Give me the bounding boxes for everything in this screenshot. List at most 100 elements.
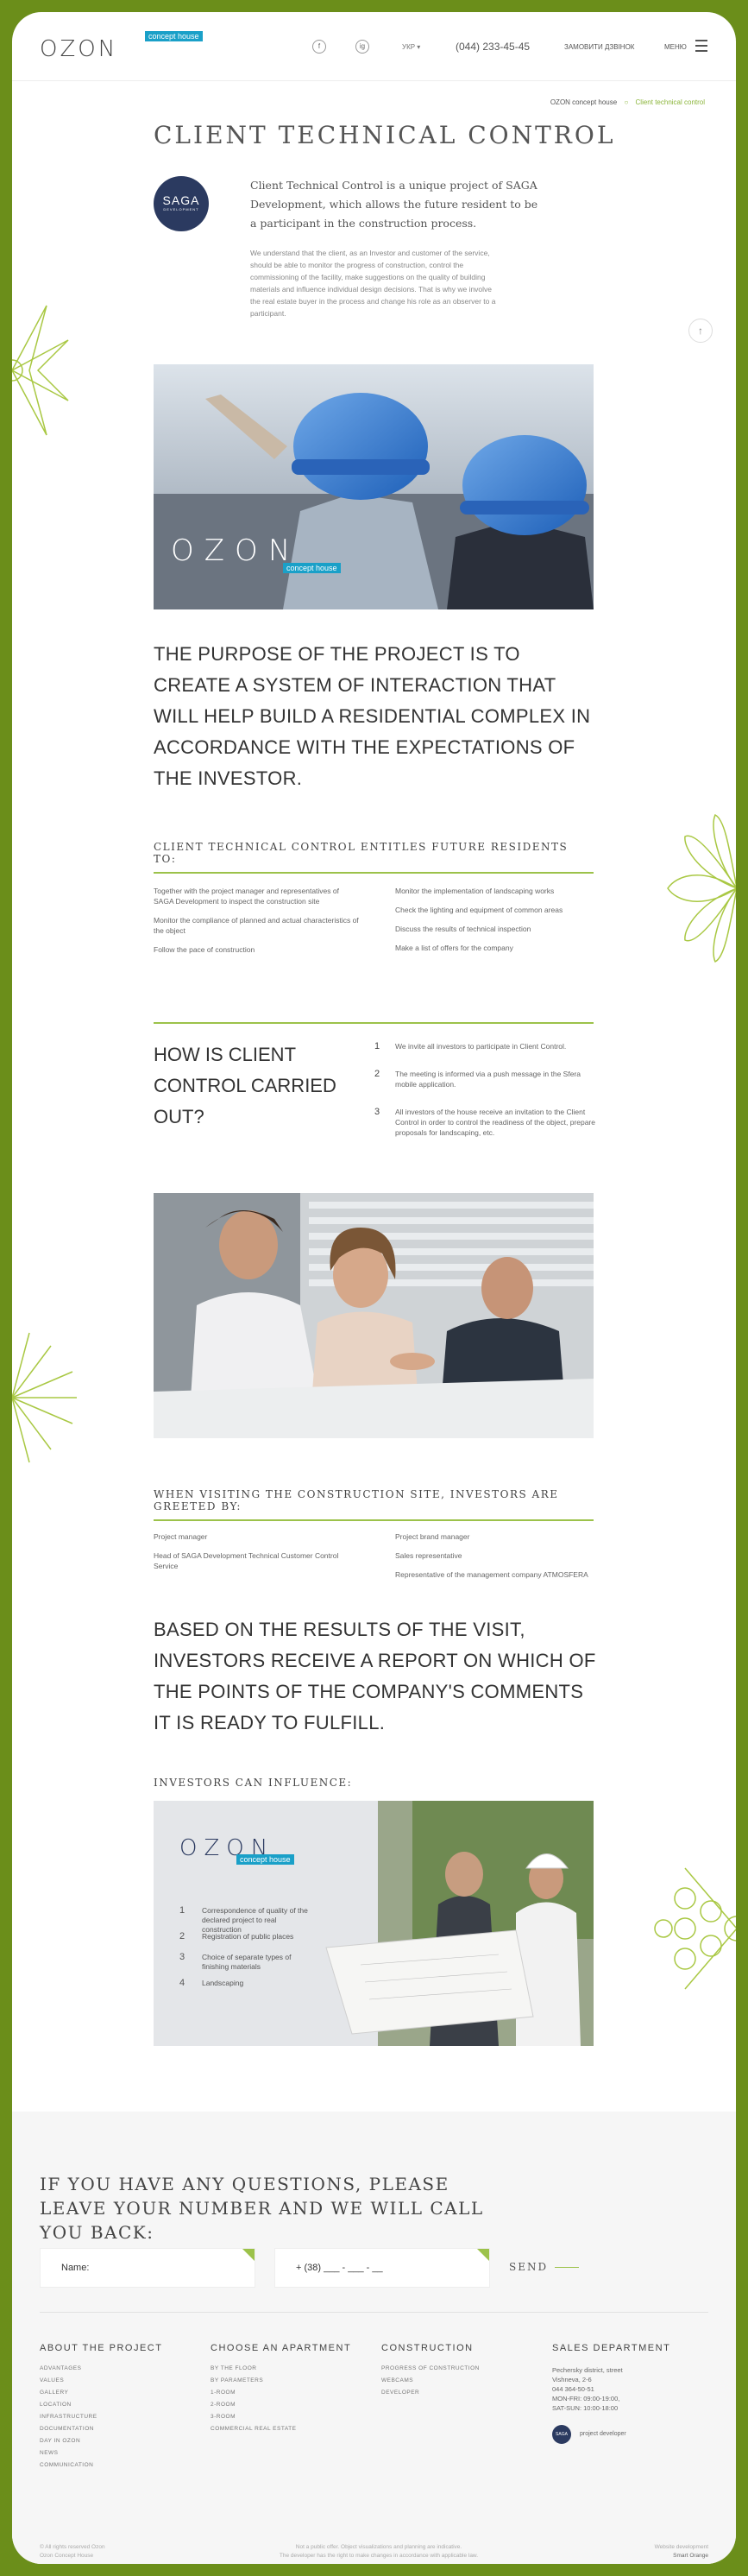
list-item: Sales representative: [395, 1551, 462, 1560]
list-item: Project brand manager: [395, 1532, 470, 1541]
item-text: Landscaping: [202, 1979, 244, 1987]
decor-flower-right: [667, 813, 736, 963]
field-corner-marker: [242, 2249, 255, 2261]
photo1-ozon-logo: OZON: [171, 534, 301, 568]
list-item: Make a list of offers for the company: [395, 944, 513, 952]
influence-item: 3 Choice of separate types of finishing m…: [179, 1953, 309, 1972]
arrow-right-icon: [555, 2267, 580, 2268]
list-item: Follow the pace of construction: [154, 945, 255, 954]
facebook-icon[interactable]: f: [312, 40, 326, 54]
list-item: Together with the project manager and re…: [154, 887, 339, 906]
site-logo[interactable]: OZON: [40, 36, 117, 62]
footer-construction-title: CONSTRUCTION: [381, 2343, 474, 2353]
disclaimer-line-1: Not a public offer. Object visualization…: [295, 2544, 462, 2550]
send-label: SEND: [509, 2261, 549, 2273]
footer-divider: [40, 2312, 708, 2313]
name-field-label: Name:: [61, 2263, 90, 2273]
footer-link[interactable]: DEVELOPER: [381, 2390, 545, 2396]
footer-link[interactable]: ADVANTAGES: [40, 2365, 204, 2371]
breadcrumb-current: Client technical control: [635, 98, 705, 106]
instagram-icon[interactable]: ig: [355, 40, 369, 54]
footer-link[interactable]: 3-ROOM: [211, 2414, 374, 2420]
step-text: The meeting is informed via a push messa…: [395, 1070, 581, 1089]
send-button[interactable]: SEND: [509, 2261, 580, 2273]
page-title: CLIENT TECHNICAL CONTROL: [154, 121, 616, 149]
influence-item: 4 Landscaping: [179, 1979, 309, 1988]
footer-link[interactable]: GALLERY: [40, 2390, 204, 2396]
item-number: 1: [179, 1905, 185, 1916]
disclaimer: Not a public offer. Object visualization…: [254, 2543, 504, 2560]
developer-label: project developer: [580, 2431, 626, 2437]
item-text: Correspondence of quality of the declare…: [202, 1906, 308, 1934]
list-item: Project manager: [154, 1532, 208, 1541]
footer-construction: CONSTRUCTION PROGRESS OF CONSTRUCTION WE…: [381, 2343, 545, 2402]
footer-about-title: ABOUT THE PROJECT: [40, 2343, 163, 2353]
item-text: Registration of public places: [202, 1932, 294, 1941]
footer-sales-title: SALES DEPARTMENT: [552, 2343, 671, 2353]
list-item: Representative of the management company…: [395, 1570, 588, 1579]
footer-link[interactable]: DOCUMENTATION: [40, 2426, 204, 2432]
footer-link[interactable]: COMMERCIAL REAL ESTATE: [211, 2426, 374, 2432]
step-text: All investors of the house receive an in…: [395, 1108, 595, 1137]
footer-link[interactable]: LOCATION: [40, 2402, 204, 2408]
influence-heading: INVESTORS CAN INFLUENCE:: [154, 1777, 353, 1789]
footer-about: ABOUT THE PROJECT ADVANTAGES VALUES GALL…: [40, 2343, 204, 2474]
made-by[interactable]: Website development Smart Orange: [655, 2543, 708, 2560]
footer-link[interactable]: BY PARAMETERS: [211, 2377, 374, 2383]
page-frame: OZON concept house f ig УКР ▾ (044) 233-…: [12, 12, 736, 2564]
site-header: OZON concept house f ig УКР ▾ (044) 233-…: [12, 12, 736, 81]
greeted-right-list: Project brand manager Sales representati…: [395, 1531, 602, 1588]
made-by-line-2: Smart Orange: [673, 2553, 708, 2559]
list-item: Monitor the compliance of planned and ac…: [154, 916, 359, 935]
footer-link[interactable]: 2-ROOM: [211, 2402, 374, 2408]
footer-link[interactable]: PROGRESS OF CONSTRUCTION: [381, 2365, 545, 2371]
how-heading: HOW IS CLIENT CONTROL CARRIED OUT?: [154, 1044, 336, 1127]
footer-link[interactable]: INFRASTRUCTURE: [40, 2414, 204, 2420]
decor-flower-right-bottom: [654, 1867, 736, 1990]
copyright-line-2: Ozon Concept House: [40, 2553, 94, 2559]
influence-card: OZON concept house 1 Correspondence of qu…: [154, 1801, 594, 2046]
list-item: Monitor the implementation of landscapin…: [395, 887, 555, 895]
breadcrumb-separator: ○: [624, 98, 629, 106]
influence-item: 2 Registration of public places: [179, 1932, 309, 1941]
name-field[interactable]: Name:: [40, 2248, 255, 2288]
made-by-line-1: Website development: [654, 2544, 708, 2550]
footer-link[interactable]: BY THE FLOOR: [211, 2365, 374, 2371]
footer-link[interactable]: VALUES: [40, 2377, 204, 2383]
footer-link[interactable]: DAY IN OZON: [40, 2438, 204, 2444]
step-number: 3: [374, 1107, 380, 1117]
phone-field[interactable]: + (38) ___ - ___ - __: [274, 2248, 490, 2288]
how-step: 1 We invite all investors to participate …: [374, 1041, 599, 1051]
sales-address: Pechersky district, street Vishneva, 2-6: [552, 2366, 623, 2383]
sales-phone[interactable]: 044 364-50-51: [552, 2384, 707, 2394]
developer-logo: SAGA: [552, 2425, 571, 2444]
header-phone[interactable]: (044) 233-45-45: [456, 41, 530, 53]
logo-badge: concept house: [145, 31, 203, 41]
developer-block[interactable]: SAGA project developer: [552, 2425, 707, 2444]
how-step: 2 The meeting is informed via a push mess…: [374, 1069, 599, 1089]
footer-link[interactable]: 1-ROOM: [211, 2390, 374, 2396]
sales-hours-weekend: SAT-SUN: 10:00-18:00: [552, 2404, 619, 2412]
footer-link[interactable]: NEWS: [40, 2450, 204, 2456]
list-item: Head of SAGA Development Technical Custo…: [154, 1551, 339, 1570]
callback-link[interactable]: ЗАМОВИТИ ДЗВІНОК: [564, 43, 634, 51]
scroll-up-button[interactable]: ↑: [688, 319, 713, 343]
how-divider: [154, 1022, 594, 1024]
breadcrumb-home[interactable]: OZON concept house: [550, 98, 617, 106]
purpose-statement: THE PURPOSE OF THE PROJECT IS TO CREATE …: [154, 643, 591, 789]
lead-text: Client Technical Control is a unique pro…: [250, 179, 538, 230]
breadcrumb: OZON concept house ○ Client technical co…: [550, 98, 705, 106]
entitles-right-list: Monitor the implementation of landscapin…: [395, 886, 602, 962]
hamburger-icon[interactable]: [695, 40, 707, 55]
contact-heading: IF YOU HAVE ANY QUESTIONS, PLEASE LEAVE …: [40, 2174, 484, 2243]
menu-label[interactable]: МЕНЮ: [664, 43, 687, 51]
greeted-heading: WHEN VISITING THE CONSTRUCTION SITE, INV…: [154, 1488, 594, 1521]
item-number: 2: [179, 1931, 185, 1941]
footer-link[interactable]: WEBCAMS: [381, 2377, 545, 2383]
footer-link[interactable]: COMMUNICATION: [40, 2462, 204, 2468]
footer-sales: SALES DEPARTMENT Pechersky district, str…: [552, 2343, 707, 2444]
intro-text: We understand that the client, as an Inv…: [250, 249, 496, 318]
language-selector[interactable]: УКР ▾: [402, 43, 420, 51]
disclaimer-line-2: The developer has the right to make chan…: [279, 2553, 479, 2559]
sales-hours-weekday: MON-FRI: 09:00-19:00,: [552, 2395, 620, 2402]
